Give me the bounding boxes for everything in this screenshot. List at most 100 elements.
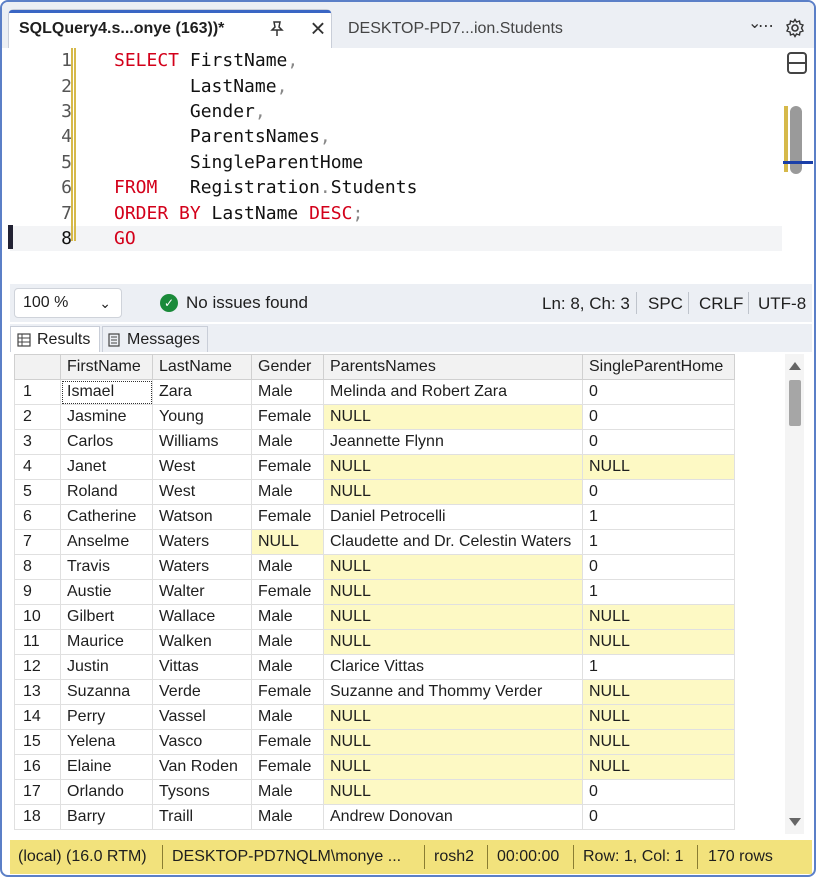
grid-cell[interactable]: 0 bbox=[582, 479, 735, 505]
code-line[interactable]: 4 ParentsNames, bbox=[10, 124, 782, 149]
cursor-position[interactable]: Ln: 8, Ch: 3 bbox=[542, 294, 630, 314]
grid-cell[interactable]: NULL bbox=[582, 754, 735, 780]
row-number[interactable]: 15 bbox=[14, 729, 61, 755]
table-row[interactable]: 12 Justin Vittas Male Clarice Vittas 1 bbox=[14, 654, 735, 680]
table-row[interactable]: 7 Anselme Waters NULL Claudette and Dr. Cele… bbox=[14, 529, 735, 555]
grid-cell[interactable]: 0 bbox=[582, 404, 735, 430]
grid-cell[interactable]: NULL bbox=[582, 729, 735, 755]
row-number[interactable]: 12 bbox=[14, 654, 61, 680]
grid-cell[interactable]: NULL bbox=[323, 404, 583, 430]
code-line[interactable]: 5 SingleParentHome bbox=[10, 150, 782, 175]
grid-cell[interactable]: NULL bbox=[582, 704, 735, 730]
grid-cell[interactable]: Anselme bbox=[60, 529, 153, 555]
grid-cell[interactable]: Traill bbox=[152, 804, 252, 830]
zoom-dropdown[interactable]: 100 % ⌄ bbox=[14, 288, 122, 318]
grid-cell[interactable]: Suzanne and Thommy Verder bbox=[323, 679, 583, 705]
table-row[interactable]: 14 Perry Vassel Male NULL NULL bbox=[14, 704, 735, 730]
grid-cell[interactable]: 0 bbox=[582, 429, 735, 455]
grid-cell[interactable]: NULL bbox=[582, 679, 735, 705]
table-row[interactable]: 6 Catherine Watson Female Daniel Petrocelli 1 bbox=[14, 504, 735, 530]
column-header[interactable] bbox=[14, 354, 61, 380]
row-number[interactable]: 4 bbox=[14, 454, 61, 480]
grid-cell[interactable]: NULL bbox=[582, 629, 735, 655]
row-number[interactable]: 2 bbox=[14, 404, 61, 430]
grid-cell[interactable]: Ismael bbox=[60, 379, 153, 405]
grid-cell[interactable]: West bbox=[152, 479, 252, 505]
grid-cell[interactable]: Walken bbox=[152, 629, 252, 655]
grid-cell[interactable]: Vassel bbox=[152, 704, 252, 730]
tab-students-table[interactable]: DESKTOP-PD7...ion.Students bbox=[338, 9, 638, 48]
table-row[interactable]: 8 Travis Waters Male NULL 0 bbox=[14, 554, 735, 580]
grid-cell[interactable]: Female bbox=[251, 679, 324, 705]
grid-cell[interactable]: NULL bbox=[323, 754, 583, 780]
grid-cell[interactable]: Andrew Donovan bbox=[323, 804, 583, 830]
row-number[interactable]: 7 bbox=[14, 529, 61, 555]
grid-cell[interactable]: NULL bbox=[323, 729, 583, 755]
column-header[interactable]: FirstName bbox=[60, 354, 153, 380]
grid-cell[interactable]: Walter bbox=[152, 579, 252, 605]
grid-cell[interactable]: Male bbox=[251, 479, 324, 505]
grid-cell[interactable]: Williams bbox=[152, 429, 252, 455]
grid-cell[interactable]: Daniel Petrocelli bbox=[323, 504, 583, 530]
grid-cell[interactable]: Barry bbox=[60, 804, 153, 830]
row-number[interactable]: 14 bbox=[14, 704, 61, 730]
grid-cell[interactable]: Female bbox=[251, 754, 324, 780]
grid-cell[interactable]: NULL bbox=[251, 529, 324, 555]
grid-cell[interactable]: Waters bbox=[152, 554, 252, 580]
grid-cell[interactable]: Female bbox=[251, 404, 324, 430]
grid-cell[interactable]: Catherine bbox=[60, 504, 153, 530]
grid-cell[interactable]: Young bbox=[152, 404, 252, 430]
results-grid[interactable]: FirstName LastName Gender ParentsNames Singl… bbox=[14, 354, 784, 834]
grid-cell[interactable]: Male bbox=[251, 554, 324, 580]
row-number[interactable]: 8 bbox=[14, 554, 61, 580]
table-row[interactable]: 11 Maurice Walken Male NULL NULL bbox=[14, 629, 735, 655]
grid-cell[interactable]: Janet bbox=[60, 454, 153, 480]
grid-cell[interactable]: Male bbox=[251, 429, 324, 455]
grid-cell[interactable]: Roland bbox=[60, 479, 153, 505]
grid-scrollbar[interactable] bbox=[785, 354, 804, 834]
table-row[interactable]: 3 Carlos Williams Male Jeannette Flynn 0 bbox=[14, 429, 735, 455]
grid-cell[interactable]: Jeannette Flynn bbox=[323, 429, 583, 455]
grid-cell[interactable]: NULL bbox=[323, 454, 583, 480]
row-number[interactable]: 1 bbox=[14, 379, 61, 405]
code-line[interactable]: 6 FROM Registration.Students bbox=[10, 175, 782, 200]
table-row[interactable]: 13 Suzanna Verde Female Suzanne and Thommy V… bbox=[14, 679, 735, 705]
scroll-down-arrow-icon[interactable] bbox=[789, 818, 801, 826]
tab-messages[interactable]: Messages bbox=[102, 326, 208, 352]
column-header[interactable]: ParentsNames bbox=[323, 354, 583, 380]
grid-cell[interactable]: Clarice Vittas bbox=[323, 654, 583, 680]
grid-cell[interactable]: Tysons bbox=[152, 779, 252, 805]
grid-cell[interactable]: Male bbox=[251, 629, 324, 655]
split-editor-icon[interactable] bbox=[787, 52, 807, 74]
code-line[interactable]: 7 ORDER BY LastName DESC; bbox=[10, 200, 782, 225]
grid-cell[interactable]: Claudette and Dr. Celestin Waters bbox=[323, 529, 583, 555]
grid-cell[interactable]: 1 bbox=[582, 579, 735, 605]
tab-results[interactable]: Results bbox=[10, 326, 100, 352]
row-number[interactable]: 11 bbox=[14, 629, 61, 655]
grid-cell[interactable]: NULL bbox=[582, 604, 735, 630]
pin-icon[interactable] bbox=[268, 20, 286, 38]
column-header[interactable]: SingleParentHome bbox=[582, 354, 735, 380]
grid-cell[interactable]: NULL bbox=[323, 604, 583, 630]
code-line[interactable]: 1 SELECT FirstName, bbox=[10, 48, 782, 73]
row-number[interactable]: 6 bbox=[14, 504, 61, 530]
grid-cell[interactable]: Austie bbox=[60, 579, 153, 605]
grid-cell[interactable]: NULL bbox=[323, 629, 583, 655]
code-line[interactable]: 2 LastName, bbox=[10, 73, 782, 98]
grid-cell[interactable]: Vasco bbox=[152, 729, 252, 755]
grid-cell[interactable]: Verde bbox=[152, 679, 252, 705]
column-header[interactable]: Gender bbox=[251, 354, 324, 380]
grid-cell[interactable]: NULL bbox=[323, 479, 583, 505]
grid-cell[interactable]: Male bbox=[251, 804, 324, 830]
grid-cell[interactable]: Gilbert bbox=[60, 604, 153, 630]
grid-cell[interactable]: Female bbox=[251, 579, 324, 605]
column-header[interactable]: LastName bbox=[152, 354, 252, 380]
issues-indicator[interactable]: ✓ No issues found bbox=[160, 293, 308, 313]
grid-cell[interactable]: Male bbox=[251, 379, 324, 405]
row-number[interactable]: 17 bbox=[14, 779, 61, 805]
row-number[interactable]: 5 bbox=[14, 479, 61, 505]
table-row[interactable]: 1 Ismael Zara Male Melinda and Robert Zara 0 bbox=[14, 379, 735, 405]
grid-cell[interactable]: 1 bbox=[582, 529, 735, 555]
line-ending[interactable]: CRLF bbox=[699, 294, 743, 314]
grid-cell[interactable]: Elaine bbox=[60, 754, 153, 780]
